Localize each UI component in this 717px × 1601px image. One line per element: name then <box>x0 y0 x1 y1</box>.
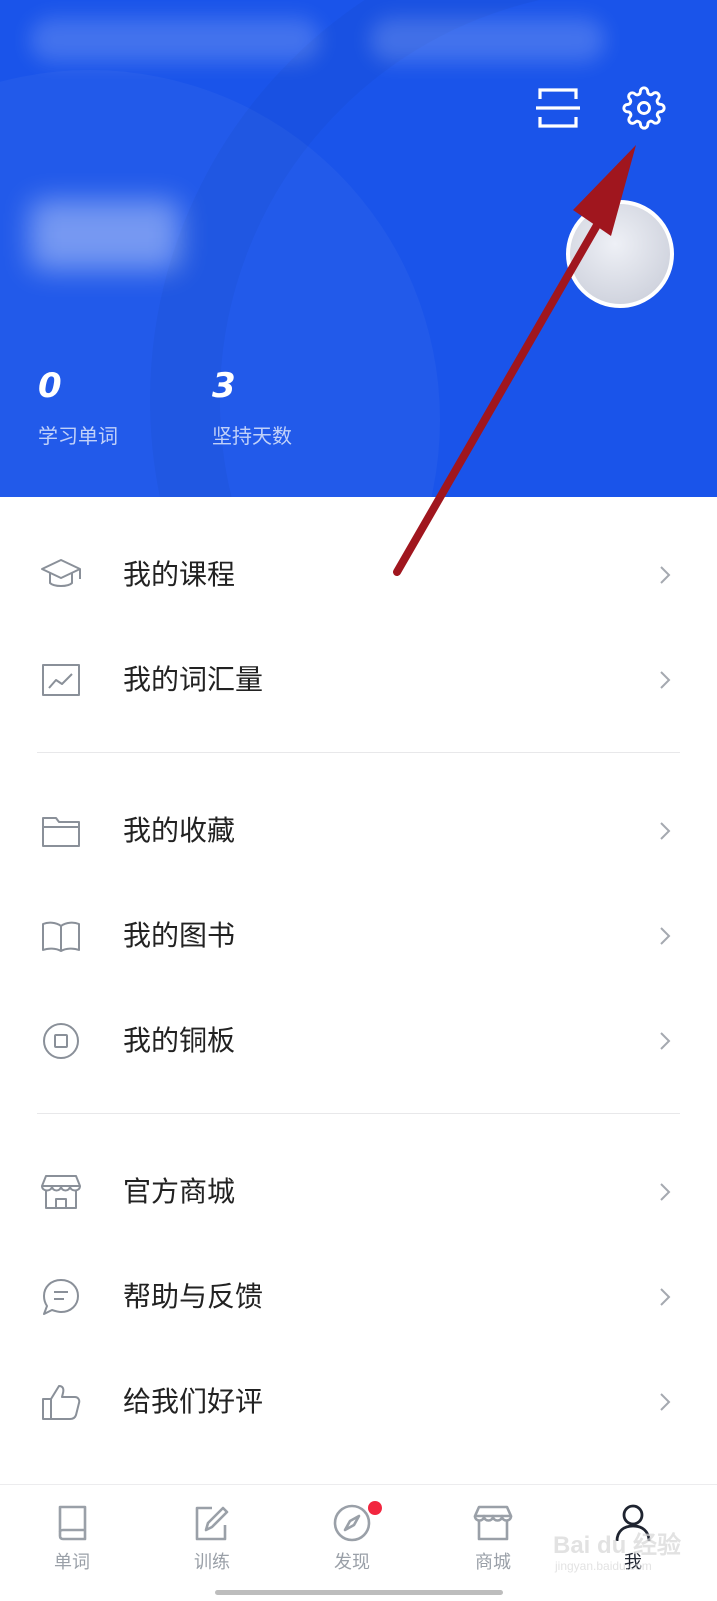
chevron-right-icon <box>660 671 671 689</box>
chevron-right-icon <box>660 1288 671 1306</box>
graduation-cap-icon <box>41 559 81 587</box>
baidu-watermark: Bai du 经验 jingyan.baidu.com <box>553 1531 681 1573</box>
stat-days-count: 3 <box>212 366 236 406</box>
settings-button[interactable] <box>622 86 666 130</box>
blurred-username <box>30 200 180 270</box>
menu-label: 官方商城 <box>123 1175 236 1208</box>
tab-label: 发现 <box>334 1552 370 1573</box>
scan-icon <box>536 88 580 128</box>
menu-label: 我的词汇量 <box>123 663 264 696</box>
menu-label: 我的铜板 <box>123 1024 236 1057</box>
coin-icon <box>43 1023 79 1059</box>
store-icon <box>41 1175 81 1209</box>
stat-words-count: 0 <box>38 366 62 406</box>
menu-label: 给我们好评 <box>123 1385 264 1418</box>
menu-label: 我的图书 <box>123 919 236 952</box>
home-indicator <box>215 1590 503 1595</box>
section-divider <box>37 1113 680 1114</box>
chevron-right-icon <box>660 822 671 840</box>
chevron-right-icon <box>660 1032 671 1050</box>
tab-label: 商城 <box>475 1552 511 1573</box>
tab-label: 单词 <box>54 1552 90 1573</box>
profile-header: 0 学习单词 3 坚持天数 <box>0 0 717 497</box>
chart-frame-icon <box>42 664 80 696</box>
menu-label: 帮助与反馈 <box>123 1280 264 1313</box>
menu-item-my-courses[interactable]: 我的课程 <box>0 530 717 620</box>
tab-discover[interactable]: 发现 <box>302 1485 402 1585</box>
chat-bubble-icon <box>43 1279 79 1315</box>
compass-icon <box>333 1504 371 1542</box>
menu-item-my-books[interactable]: 我的图书 <box>0 891 717 981</box>
scan-button[interactable] <box>536 86 580 130</box>
menu-label: 我的收藏 <box>123 814 236 847</box>
tab-words[interactable]: 单词 <box>22 1485 122 1585</box>
menu-item-my-coins[interactable]: 我的铜板 <box>0 996 717 1086</box>
section-divider <box>37 752 680 753</box>
menu-label: 我的课程 <box>123 558 236 591</box>
book-icon <box>58 1505 87 1541</box>
tab-store[interactable]: 商城 <box>443 1485 543 1585</box>
chevron-right-icon <box>660 927 671 945</box>
notification-dot <box>368 1501 382 1515</box>
stat-days-label: 坚持天数 <box>212 424 292 448</box>
open-book-icon <box>42 921 80 952</box>
menu-item-official-store[interactable]: 官方商城 <box>0 1147 717 1237</box>
gear-icon <box>622 86 666 130</box>
menu-item-my-favorites[interactable]: 我的收藏 <box>0 786 717 876</box>
tab-label: 训练 <box>194 1552 230 1573</box>
menu-item-help-feedback[interactable]: 帮助与反馈 <box>0 1252 717 1342</box>
chevron-right-icon <box>660 1183 671 1201</box>
menu-item-my-vocabulary[interactable]: 我的词汇量 <box>0 635 717 725</box>
tab-training[interactable]: 训练 <box>162 1485 262 1585</box>
blurred-status-bar-right <box>370 18 605 62</box>
chevron-right-icon <box>660 1393 671 1411</box>
chevron-right-icon <box>660 566 671 584</box>
avatar[interactable] <box>566 200 674 308</box>
thumbs-up-icon <box>42 1385 81 1420</box>
folder-icon <box>42 817 80 847</box>
stat-words-label: 学习单词 <box>38 424 118 448</box>
svg-text:Bai du 经验: Bai du 经验 <box>553 1531 681 1559</box>
edit-icon <box>195 1506 229 1541</box>
store-icon <box>473 1505 513 1541</box>
blurred-status-bar <box>30 18 320 62</box>
menu-item-rate-us[interactable]: 给我们好评 <box>0 1357 717 1447</box>
svg-text:jingyan.baidu.com: jingyan.baidu.com <box>554 1559 652 1573</box>
